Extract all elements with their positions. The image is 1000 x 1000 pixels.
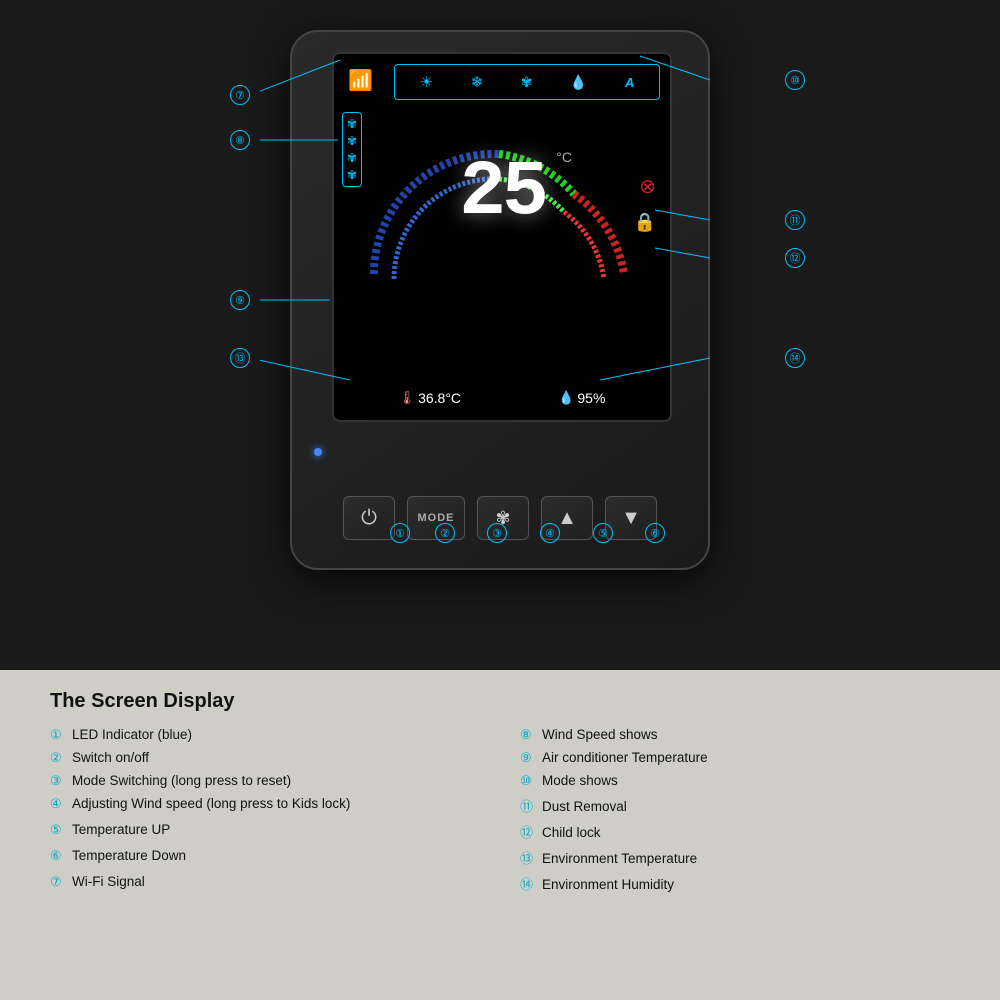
desc-text: Temperature Down: [72, 848, 186, 863]
desc-text: LED Indicator (blue): [72, 727, 192, 742]
desc-item: ⑪ Dust Removal: [520, 796, 950, 815]
screen-display-title: The Screen Display: [50, 690, 950, 713]
mode-drop-icon: 💧: [570, 74, 587, 91]
anno-9: ⑨: [230, 290, 250, 310]
desc-num: ⑤: [50, 822, 68, 838]
desc-text: Environment Humidity: [542, 877, 674, 892]
wifi-icon: 📶: [348, 68, 373, 93]
desc-num: ③: [50, 773, 68, 789]
anno-14: ⑭: [785, 348, 805, 368]
mode-sun-icon: ☀: [420, 73, 433, 91]
sensor-readings: 🌡 36.8°C 💧 95%: [334, 390, 670, 406]
anno-6: ⑥: [645, 523, 665, 543]
mode-fan-icon: ✾: [521, 74, 533, 91]
desc-item: ⑬ Environment Temperature: [520, 848, 950, 867]
mode-icons-bar: ☀ ❄ ✾ 💧 A: [394, 64, 660, 100]
anno-2: ②: [435, 523, 455, 543]
desc-num: ②: [50, 750, 68, 766]
desc-num: ⑪: [520, 796, 538, 815]
desc-text: Wind Speed shows: [542, 727, 658, 742]
description-section: The Screen Display ① LED Indicator (blue)…: [0, 670, 1000, 1000]
desc-item: ② Switch on/off: [50, 750, 480, 766]
desc-item: ① LED Indicator (blue): [50, 727, 480, 743]
desc-item: ⑦ Wi-Fi Signal: [50, 874, 480, 893]
desc-item: ④ Adjusting Wind speed (long press to Kid…: [50, 796, 480, 815]
child-lock-icon: 🔒: [634, 212, 656, 233]
desc-num: ⑧: [520, 727, 538, 743]
led-indicator: [314, 448, 322, 456]
env-temp-value: 36.8°C: [418, 390, 461, 406]
desc-num: ⑨: [520, 750, 538, 766]
desc-item: ③ Mode Switching (long press to reset): [50, 773, 480, 789]
desc-num: ⑫: [520, 822, 538, 841]
descriptions-grid: ① LED Indicator (blue) ⑧ Wind Speed shows ②S…: [50, 727, 950, 893]
anno-8: ⑧: [230, 130, 250, 150]
desc-text: Environment Temperature: [542, 851, 697, 866]
desc-item: ⑨ Air conditioner Temperature: [520, 750, 950, 766]
desc-item: ⑩ Mode shows: [520, 773, 950, 789]
anno-7: ⑦: [230, 85, 250, 105]
desc-item: ⑫ Child lock: [520, 822, 950, 841]
mode-snow-icon: ❄: [471, 73, 484, 91]
env-temp-reading: 🌡 36.8°C: [399, 390, 461, 406]
desc-text: Air conditioner Temperature: [542, 750, 708, 765]
anno-11: ⑪: [785, 210, 805, 230]
desc-num: ⑩: [520, 773, 538, 789]
desc-item: ⑭ Environment Humidity: [520, 874, 950, 893]
temperature-value: 25: [459, 149, 545, 237]
desc-text: Mode shows: [542, 773, 618, 788]
temperature-display: °C 25: [422, 154, 582, 232]
anno-13: ⑬: [230, 348, 250, 368]
desc-text: Mode Switching (long press to reset): [72, 773, 291, 788]
env-humidity-value: 95%: [577, 390, 605, 406]
device-body: 📶 ☀ ❄ ✾ 💧 A ✾ ✾ ✾ ✾: [290, 30, 710, 570]
temp-unit-label: °C: [556, 149, 572, 165]
desc-num: ④: [50, 796, 68, 812]
desc-text: Child lock: [542, 825, 601, 840]
anno-3: ③: [487, 523, 507, 543]
desc-item: ⑧ Wind Speed shows: [520, 727, 950, 743]
screen: 📶 ☀ ❄ ✾ 💧 A ✾ ✾ ✾ ✾: [332, 52, 672, 422]
desc-text: Dust Removal: [542, 799, 627, 814]
desc-text: Wi-Fi Signal: [72, 874, 145, 889]
desc-num: ⑬: [520, 848, 538, 867]
anno-10: ⑩: [785, 70, 805, 90]
desc-num: ⑥: [50, 848, 68, 864]
dust-removal-icon: ⊗: [639, 174, 656, 199]
desc-num: ⑭: [520, 874, 538, 893]
anno-12: ⑫: [785, 248, 805, 268]
desc-text: Adjusting Wind speed (long press to Kids…: [72, 796, 350, 811]
device-area: 📶 ☀ ❄ ✾ 💧 A ✾ ✾ ✾ ✾: [260, 30, 740, 680]
humidity-icon: 💧: [558, 390, 574, 406]
power-button[interactable]: ⏻: [343, 496, 395, 540]
desc-num: ①: [50, 727, 68, 743]
desc-text: Switch on/off: [72, 750, 149, 765]
desc-item: ⑤ Temperature UP: [50, 822, 480, 841]
desc-num: ⑦: [50, 874, 68, 890]
mode-auto-icon: A: [625, 75, 634, 90]
env-humidity-reading: 💧 95%: [558, 390, 605, 406]
anno-1: ①: [390, 523, 410, 543]
desc-item: ⑥ Temperature Down: [50, 848, 480, 867]
anno-5: ⑤: [593, 523, 613, 543]
thermometer-icon: 🌡: [399, 390, 416, 406]
desc-text: Temperature UP: [72, 822, 170, 837]
anno-4: ④: [540, 523, 560, 543]
